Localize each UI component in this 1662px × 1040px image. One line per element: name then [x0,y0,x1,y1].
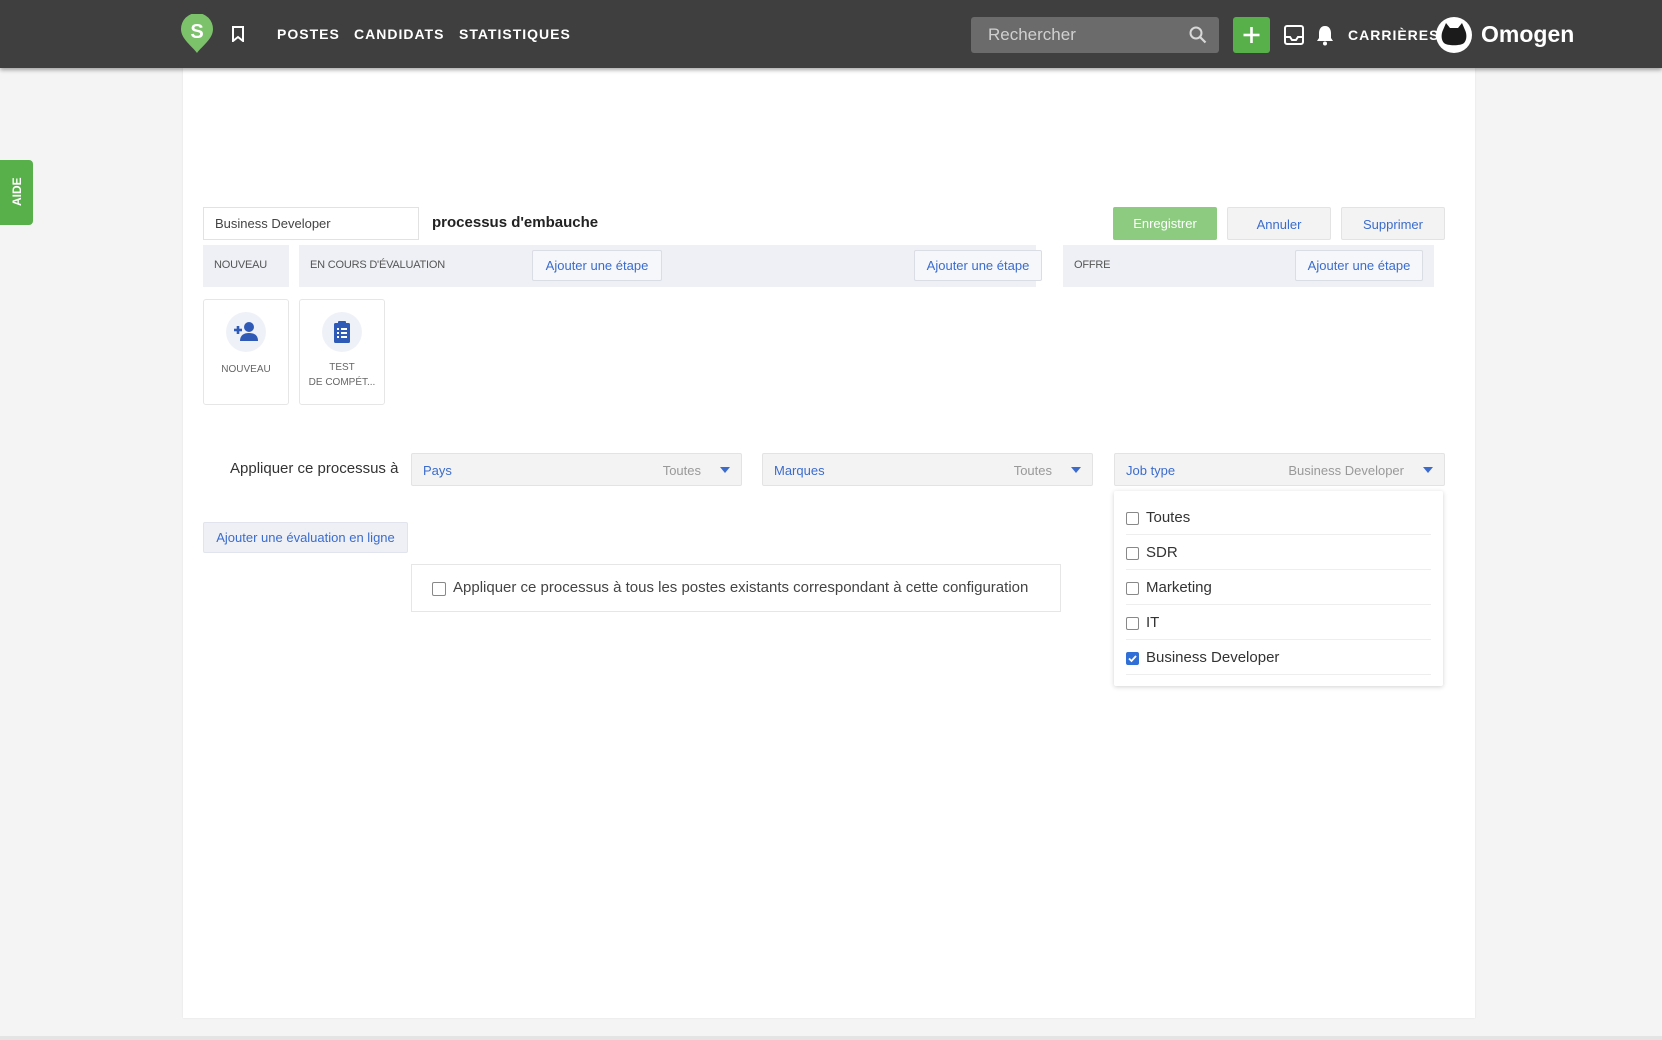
check-icon [1128,655,1137,663]
add-person-icon [234,322,258,341]
add-online-evaluation-button[interactable]: Ajouter une évaluation en ligne [203,522,408,553]
stage-name: OFFRE [1074,259,1111,271]
apply-all-checkbox[interactable] [432,582,446,596]
icon-circle [226,312,266,352]
option-checkbox[interactable] [1126,617,1139,630]
caret-down-icon [1423,467,1433,473]
process-name-input[interactable] [203,207,419,240]
caret-down-icon [720,467,730,473]
cat-logo-icon [1441,23,1467,46]
cancel-button[interactable]: Annuler [1227,207,1331,240]
select-label: Marques [774,463,825,478]
card-label: NOUVEAU [221,364,271,375]
apply-all-option[interactable]: Appliquer ce processus à tous les postes… [411,564,1061,612]
main-panel: processus d'embauche Enregistrer Annuler… [183,68,1475,1018]
nav-postes[interactable]: POSTES [277,26,340,42]
add-step-button[interactable]: Ajouter une étape [1295,250,1423,281]
stage-nouveau: NOUVEAU [203,245,289,287]
help-tab-label: AIDE [10,177,24,206]
company-avatar[interactable] [1436,17,1472,53]
select-value: Toutes [1013,463,1052,478]
stage-name: EN COURS D'ÉVALUATION [310,259,446,271]
select-label: Pays [423,463,452,478]
option-checkbox[interactable] [1126,547,1139,560]
clipboard-icon [334,321,350,343]
option-checkbox[interactable] [1126,652,1139,665]
save-button[interactable]: Enregistrer [1113,207,1217,240]
help-tab[interactable]: AIDE [0,160,33,225]
delete-button[interactable]: Supprimer [1341,207,1445,240]
brands-select[interactable]: Marques Toutes [762,453,1093,486]
careers-link[interactable]: CARRIÈRES [1348,27,1439,43]
dropdown-option[interactable]: Toutes [1126,501,1431,535]
card-label: DE COMPÉT... [308,377,376,388]
country-select[interactable]: Pays Toutes [411,453,742,486]
apply-all-label: Appliquer ce processus à tous les postes… [453,579,1029,596]
plus-icon [1243,27,1260,43]
bottom-border [0,1036,1662,1040]
bookmark-icon[interactable] [231,26,245,42]
select-value: Business Developer [1288,463,1404,478]
dropdown-option[interactable]: Marketing [1126,571,1431,605]
stage-name: NOUVEAU [214,259,267,271]
search-box[interactable] [971,17,1219,53]
option-label: IT [1146,614,1160,631]
add-step-button[interactable]: Ajouter une étape [914,250,1042,281]
search-icon[interactable] [1189,26,1207,44]
dropdown-option[interactable]: SDR [1126,536,1431,570]
top-navigation-bar: S POSTES CANDIDATS STATISTIQUES CARRIÈRE… [0,0,1662,68]
step-card-test[interactable]: TEST DE COMPÉT... [299,299,385,405]
stage-offre: OFFRE Ajouter une étape [1063,245,1434,287]
stage-en-cours: EN COURS D'ÉVALUATION Ajouter une étape … [299,245,1042,287]
search-input[interactable] [971,17,1188,53]
step-card-nouveau[interactable]: NOUVEAU [203,299,289,405]
apply-label: Appliquer ce processus à [230,460,399,477]
option-label: Toutes [1146,509,1191,526]
icon-circle [322,312,362,352]
logo-icon[interactable]: S [180,14,214,54]
nav-statistiques[interactable]: STATISTIQUES [459,26,571,42]
logo-letter: S [190,21,203,43]
dropdown-option[interactable]: IT [1126,606,1431,640]
process-label: processus d'embauche [432,214,599,231]
add-button[interactable] [1233,17,1270,53]
select-value: Toutes [662,463,701,478]
nav-candidats[interactable]: CANDIDATS [354,26,444,42]
inbox-icon[interactable] [1283,24,1305,46]
bell-icon[interactable] [1315,24,1335,46]
caret-down-icon [1071,467,1081,473]
company-name[interactable]: Omogen [1481,21,1574,48]
option-label: Marketing [1146,579,1212,596]
job-type-select[interactable]: Job type Business Developer [1114,453,1445,486]
dropdown-option[interactable]: Business Developer [1126,641,1431,675]
select-label: Job type [1126,463,1176,478]
add-step-button[interactable]: Ajouter une étape [532,250,662,281]
option-checkbox[interactable] [1126,582,1139,595]
option-checkbox[interactable] [1126,512,1139,525]
option-label: SDR [1146,544,1178,561]
card-label: TEST [329,362,355,373]
job-type-dropdown: Toutes SDR Marketing IT Business Develop… [1114,491,1443,686]
option-label: Business Developer [1146,649,1280,666]
